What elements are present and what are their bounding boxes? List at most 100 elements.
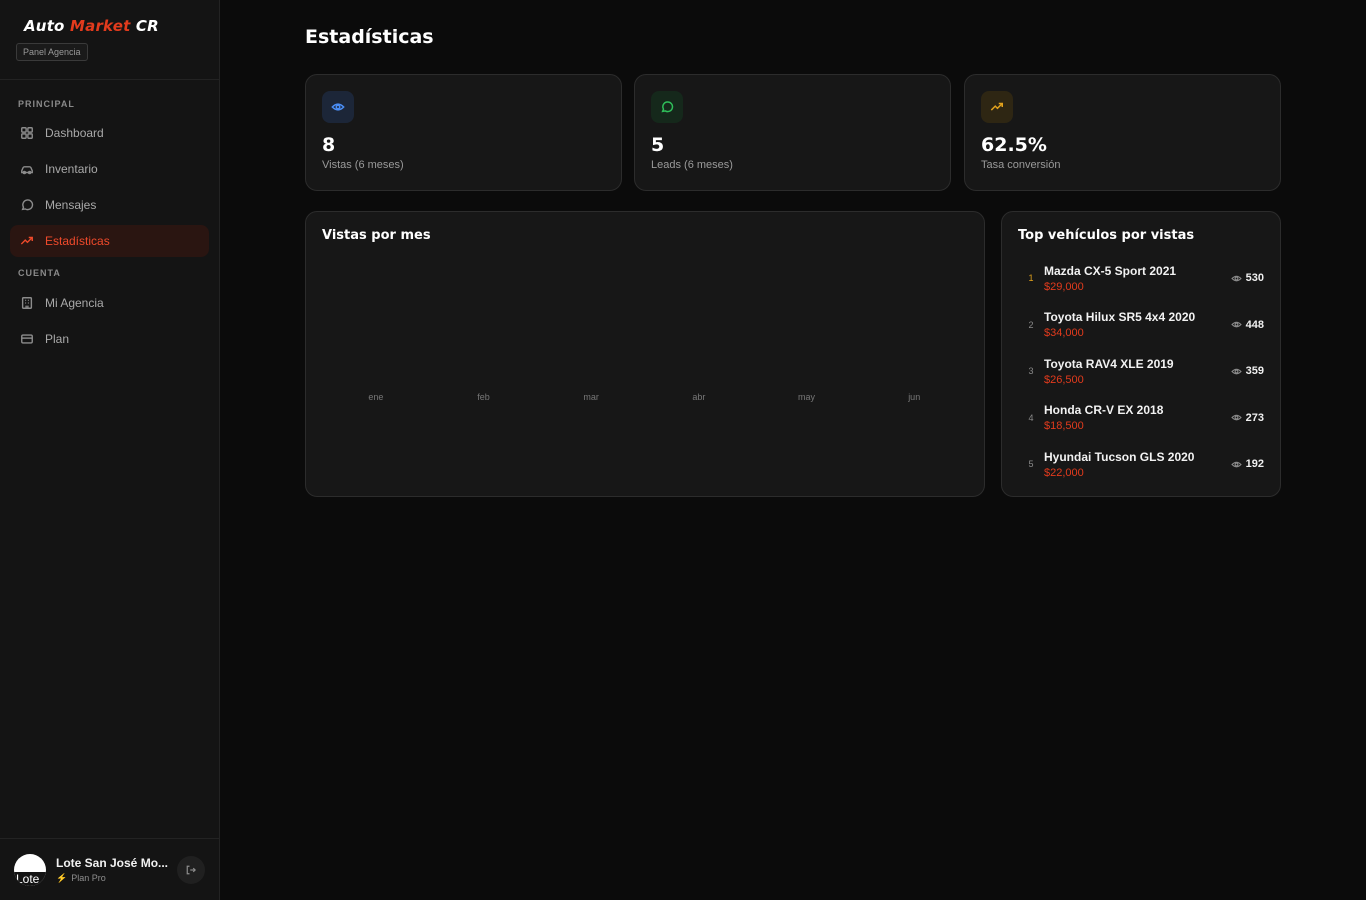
user-plan-label: Plan Pro <box>71 873 106 883</box>
vehicle-views: 192 <box>1230 458 1264 471</box>
chart-title: Vistas por mes <box>322 228 431 243</box>
brand-word-3: CR <box>135 17 159 35</box>
eye-icon <box>1230 368 1242 375</box>
stat-label: Vistas (6 meses) <box>322 159 404 171</box>
nav-principal: PRINCIPAL Dashboard Inventario Mensajes … <box>0 99 219 257</box>
views-count: 359 <box>1245 365 1264 378</box>
stat-icon-box <box>322 91 354 123</box>
sidebar: Auto Market CR Panel Agencia PRINCIPAL D… <box>0 0 220 900</box>
x-tick-label: jun <box>908 392 921 402</box>
list-item[interactable]: 3 Toyota RAV4 XLE 2019 $26,500 359 <box>1018 348 1264 395</box>
vehicle-price: $18,500 <box>1044 420 1084 433</box>
sidebar-item-mi-agencia[interactable]: Mi Agencia <box>10 287 209 319</box>
vehicle-price: $29,000 <box>1044 280 1084 293</box>
stat-value: 62.5% <box>981 134 1047 156</box>
logout-button[interactable] <box>177 855 205 884</box>
stat-icon-box <box>651 91 683 123</box>
brand-word-1: Auto <box>24 17 65 35</box>
views-count: 530 <box>1245 272 1264 285</box>
top-vehicles-card: Top vehículos por vistas 1 Mazda CX-5 Sp… <box>1001 211 1281 497</box>
vehicle-views: 359 <box>1230 365 1264 378</box>
x-tick-label: ene <box>368 392 384 402</box>
building-icon <box>21 297 33 309</box>
stat-card-vistas: 8 Vistas (6 meses) <box>305 74 622 191</box>
vehicle-price: $22,000 <box>1044 466 1084 479</box>
sidebar-item-plan[interactable]: Plan <box>10 323 209 355</box>
rank-number: 2 <box>1028 319 1034 330</box>
sidebar-item-label: Dashboard <box>45 126 104 140</box>
user-name: Lote San José Mo... <box>56 855 169 870</box>
avatar: Lote <box>14 853 46 886</box>
sidebar-item-label: Estadísticas <box>45 234 110 248</box>
message-icon <box>661 101 674 113</box>
vehicle-price: $26,500 <box>1044 373 1084 386</box>
brand-logo[interactable]: Auto Market CR <box>24 17 219 35</box>
eye-icon <box>1230 275 1242 282</box>
user-plan: ⚡ Plan Pro <box>56 873 177 884</box>
bolt-icon: ⚡ <box>56 872 68 883</box>
trending-up-icon <box>990 102 1003 111</box>
stat-label: Tasa conversión <box>981 159 1061 171</box>
vehicle-views: 273 <box>1230 411 1264 424</box>
nav-cuenta: CUENTA Mi Agencia Plan <box>0 268 219 355</box>
rank-number: 1 <box>1028 273 1034 284</box>
user-info: Lote San José Mo... ⚡ Plan Pro <box>56 856 177 884</box>
list-item[interactable]: 1 Mazda CX-5 Sport 2021 $29,000 530 <box>1018 255 1264 302</box>
x-tick-label: may <box>798 392 816 402</box>
rank-number: 4 <box>1028 412 1034 423</box>
top-vehicles-title: Top vehículos por vistas <box>1018 228 1195 243</box>
stat-label: Leads (6 meses) <box>651 159 733 171</box>
list-item[interactable]: 4 Honda CR-V EX 2018 $18,500 273 <box>1018 395 1264 442</box>
sidebar-item-dashboard[interactable]: Dashboard <box>10 117 209 149</box>
page-title: Estadísticas <box>305 26 434 48</box>
eye-icon <box>1230 461 1242 468</box>
stat-card-conversion: 62.5% Tasa conversión <box>964 74 1281 191</box>
list-item[interactable]: 2 Toyota Hilux SR5 4x4 2020 $34,000 448 <box>1018 302 1264 349</box>
eye-icon <box>331 103 345 111</box>
sidebar-item-label: Mi Agencia <box>45 296 104 310</box>
x-tick-label: abr <box>692 392 706 402</box>
brand: Auto Market CR Panel Agencia <box>0 0 219 80</box>
vehicle-name: Hyundai Tucson GLS 2020 <box>1044 449 1195 464</box>
nav-heading-principal: PRINCIPAL <box>18 99 75 109</box>
views-count: 273 <box>1245 411 1264 424</box>
brand-word-2: Market <box>70 17 131 35</box>
car-icon <box>21 166 33 175</box>
chart-x-axis: ene feb mar abr may jun <box>322 392 968 402</box>
sidebar-item-mensajes[interactable]: Mensajes <box>10 189 209 221</box>
nav-heading-cuenta: CUENTA <box>18 268 61 278</box>
sidebar-item-inventario[interactable]: Inventario <box>10 153 209 185</box>
top-vehicles-list: 1 Mazda CX-5 Sport 2021 $29,000 530 2 To… <box>1018 255 1264 488</box>
stat-card-leads: 5 Leads (6 meses) <box>634 74 951 191</box>
eye-icon <box>1230 321 1242 328</box>
vehicle-name: Honda CR-V EX 2018 <box>1044 403 1164 418</box>
rank-number: 3 <box>1028 366 1034 377</box>
vehicle-price: $34,000 <box>1044 327 1084 340</box>
panel-badge: Panel Agencia <box>16 43 88 61</box>
logout-icon <box>186 865 196 874</box>
list-item[interactable]: 5 Hyundai Tucson GLS 2020 $22,000 192 <box>1018 441 1264 488</box>
views-count: 448 <box>1245 318 1264 331</box>
views-chart-card: Vistas por mes ene feb mar abr may jun <box>305 211 985 497</box>
rank-number: 5 <box>1028 459 1034 470</box>
sidebar-item-label: Mensajes <box>45 198 97 212</box>
trending-up-icon <box>20 236 33 245</box>
vehicle-views: 448 <box>1230 318 1264 331</box>
sidebar-item-label: Inventario <box>45 162 98 176</box>
stat-value: 8 <box>322 134 336 156</box>
message-icon <box>21 199 34 211</box>
vehicle-name: Mazda CX-5 Sport 2021 <box>1044 263 1177 278</box>
views-count: 192 <box>1245 458 1264 471</box>
avatar-alt-text: Lote <box>14 871 46 886</box>
vehicle-name: Toyota RAV4 XLE 2019 <box>1044 356 1174 371</box>
user-box: Lote Lote San José Mo... ⚡ Plan Pro <box>0 838 219 900</box>
sidebar-item-estadisticas[interactable]: Estadísticas <box>10 225 209 257</box>
eye-icon <box>1230 414 1242 421</box>
x-tick-label: mar <box>583 392 599 402</box>
vehicle-name: Toyota Hilux SR5 4x4 2020 <box>1044 310 1196 325</box>
stat-value: 5 <box>651 134 665 156</box>
card-icon <box>21 334 33 344</box>
vehicle-views: 530 <box>1230 272 1264 285</box>
stat-icon-box <box>981 91 1013 123</box>
x-tick-label: feb <box>477 392 490 402</box>
